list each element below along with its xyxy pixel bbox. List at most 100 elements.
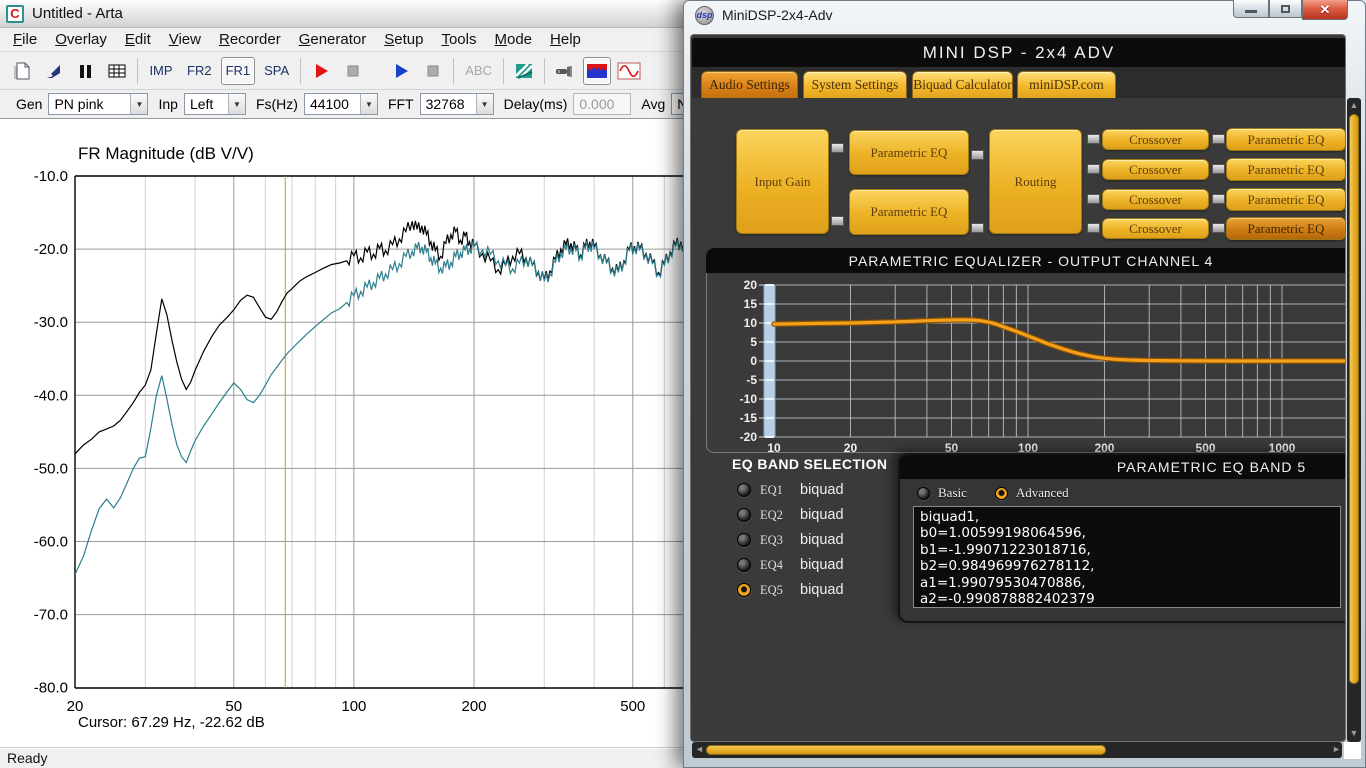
minidsp-app-icon: dsp [695, 6, 714, 25]
menu-edit[interactable]: Edit [116, 29, 160, 50]
vertical-scrollbar-thumb[interactable] [1349, 114, 1359, 684]
scroll-up-icon[interactable]: ▲ [1347, 100, 1361, 110]
menu-setup[interactable]: Setup [375, 29, 432, 50]
flow-parametric-eq-out-4[interactable]: Parametric EQ [1226, 217, 1346, 240]
flow-parametric-eq-in-1[interactable]: Parametric EQ [849, 130, 969, 175]
combo-arrow-icon[interactable]: ▼ [476, 94, 493, 114]
svg-text:100: 100 [341, 698, 366, 715]
record-start-button[interactable] [307, 57, 335, 85]
menu-view[interactable]: View [160, 29, 210, 50]
svg-text:-50.0: -50.0 [34, 460, 68, 477]
menu-generator[interactable]: Generator [290, 29, 376, 50]
flow-input-gain[interactable]: Input Gain [736, 129, 829, 234]
flow-parametric-eq-out-1[interactable]: Parametric EQ [1226, 128, 1346, 151]
mode-label-advanced: Advanced [1016, 485, 1069, 501]
flow-parametric-eq-in-2[interactable]: Parametric EQ [849, 189, 969, 235]
svg-text:-30.0: -30.0 [34, 314, 68, 331]
flow-crossover-4[interactable]: Crossover [1102, 218, 1209, 239]
biquad-line: a2=-0.990878882402379 [920, 591, 1334, 607]
fft-select[interactable]: 32768▼ [420, 93, 494, 115]
maximize-button[interactable] [1269, 0, 1302, 18]
generator-stop-button[interactable] [419, 57, 447, 85]
tab-minidsp-com[interactable]: miniDSP.com [1017, 71, 1116, 98]
eq-band-id: EQ2 [760, 508, 796, 523]
peq-panel-header: PARAMETRIC EQUALIZER - OUTPUT CHANNEL 4 [706, 248, 1346, 273]
combo-arrow-icon[interactable]: ▼ [360, 94, 377, 114]
combo-arrow-icon[interactable]: ▼ [228, 94, 245, 114]
menu-overlay[interactable]: Overlay [46, 29, 116, 50]
scroll-right-icon[interactable]: ► [1332, 744, 1341, 754]
biquad-coefficients-textbox[interactable]: biquad1,b0=1.00599198064596,b1=-1.990712… [913, 506, 1341, 608]
flow-crossover-2[interactable]: Crossover [1102, 159, 1209, 180]
flow-routing[interactable]: Routing [989, 129, 1082, 234]
imp-mode-button[interactable]: IMP [144, 57, 178, 85]
eq-response-plot[interactable]: 20151050-5-10-15-201020501002005001000 [707, 274, 1346, 456]
menu-mode[interactable]: Mode [485, 29, 541, 50]
flow-crossover-1[interactable]: Crossover [1102, 129, 1209, 150]
new-document-button[interactable] [7, 57, 35, 85]
connector [831, 216, 844, 226]
record-stop-button[interactable] [339, 57, 367, 85]
spectrogram-button[interactable] [510, 57, 538, 85]
eq-band-radio-eq3[interactable] [737, 533, 751, 547]
gen-select-label: Gen [16, 96, 42, 112]
vertical-scrollbar[interactable]: ▲ ▼ [1347, 98, 1361, 742]
toolbar-separator [300, 58, 301, 84]
combo-arrow-icon[interactable]: ▼ [130, 94, 147, 114]
gen-select[interactable]: PN pink▼ [48, 93, 148, 115]
generator-play-button[interactable] [387, 57, 415, 85]
menu-recorder[interactable]: Recorder [210, 29, 290, 50]
tab-audio-settings[interactable]: Audio Settings [701, 71, 798, 98]
delay-input[interactable]: 0.000 [573, 93, 631, 115]
close-button[interactable]: ✕ [1302, 0, 1348, 20]
scroll-down-icon[interactable]: ▼ [1347, 728, 1361, 738]
menu-tools[interactable]: Tools [432, 29, 485, 50]
fr-view-button[interactable] [583, 57, 611, 85]
biquad-line: biquad1, [920, 509, 1334, 525]
avg-select-label: Avg [641, 96, 665, 112]
pen-tool-button[interactable] [39, 57, 67, 85]
horizontal-scrollbar-thumb[interactable] [706, 745, 1106, 755]
inp-select[interactable]: Left▼ [184, 93, 246, 115]
tab-system-settings[interactable]: System Settings [803, 71, 907, 98]
svg-text:-60.0: -60.0 [34, 534, 68, 551]
flow-parametric-eq-out-2[interactable]: Parametric EQ [1226, 158, 1346, 181]
abc-label-button[interactable]: ABC [460, 57, 497, 85]
mode-radio-basic[interactable] [917, 487, 930, 500]
app-header: MINI DSP - 2x4 ADV [692, 38, 1346, 67]
arta-window-title: Untitled - Arta [32, 5, 123, 22]
eq-band-radio-eq5[interactable] [737, 583, 751, 597]
signal-view-button[interactable] [615, 57, 643, 85]
minimize-button[interactable] [1233, 0, 1269, 18]
tab-biquad-calculator[interactable]: Biquad Calculator [912, 71, 1013, 98]
data-table-button[interactable] [103, 57, 131, 85]
menu-help[interactable]: Help [541, 29, 590, 50]
flow-crossover-3[interactable]: Crossover [1102, 189, 1209, 210]
fs-select[interactable]: 44100▼ [304, 93, 378, 115]
fs-select-value: 44100 [305, 94, 360, 114]
eq-band-radio-eq2[interactable] [737, 508, 751, 522]
resize-corner [1344, 742, 1361, 759]
eq-band-type: biquad [800, 557, 844, 573]
minidsp-content-viewport: MINI DSP - 2x4 ADV PARAMETRIC EQUALIZER … [690, 34, 1346, 742]
connector [971, 150, 984, 160]
minidsp-window: dsp MiniDSP-2x4-Adv ✕ MINI DSP - 2x4 ADV… [683, 0, 1366, 768]
fr2-mode-button[interactable]: FR2 [182, 57, 217, 85]
fr1-mode-button[interactable]: FR1 [221, 57, 256, 85]
pause-icon [75, 61, 95, 81]
pause-button[interactable] [71, 57, 99, 85]
flow-parametric-eq-out-3[interactable]: Parametric EQ [1226, 188, 1346, 211]
eq-band-radio-eq4[interactable] [737, 558, 751, 572]
flashlight-button[interactable] [551, 57, 579, 85]
scroll-left-icon[interactable]: ◄ [695, 744, 704, 754]
menu-file[interactable]: File [4, 29, 46, 50]
eq-band-radio-eq1[interactable] [737, 483, 751, 497]
connector [1087, 164, 1100, 174]
svg-text:-70.0: -70.0 [34, 607, 68, 624]
horizontal-scrollbar[interactable]: ◄ ► [692, 742, 1342, 758]
svg-text:-10: -10 [740, 392, 758, 406]
gen-select-value: PN pink [49, 94, 130, 114]
eq-band-id: EQ1 [760, 483, 796, 498]
spa-mode-button[interactable]: SPA [259, 57, 294, 85]
mode-radio-advanced[interactable] [995, 487, 1008, 500]
